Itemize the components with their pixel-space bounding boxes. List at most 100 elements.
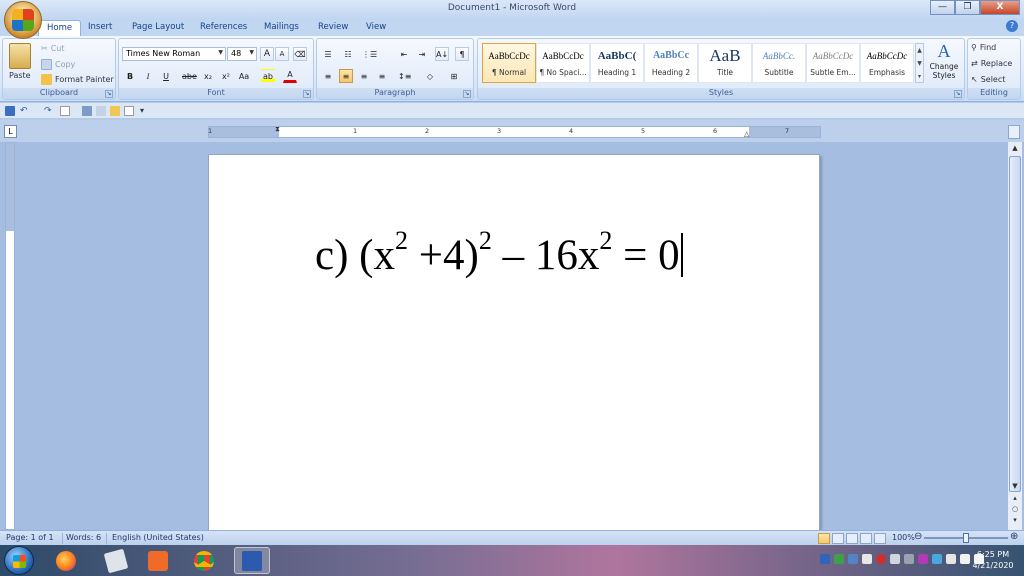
style-heading-2[interactable]: AaBbCc Heading 2	[644, 43, 698, 83]
font-family-combo[interactable]: Times New Roman ▼	[122, 47, 226, 61]
sort-button[interactable]: A↓	[435, 47, 450, 61]
tab-references[interactable]: References	[192, 20, 255, 36]
tray-icon[interactable]	[820, 554, 830, 564]
zoom-slider[interactable]	[924, 533, 1008, 543]
taskbar-app-orange[interactable]	[140, 547, 176, 574]
vertical-ruler[interactable]	[5, 142, 15, 530]
taskbar-word[interactable]	[234, 547, 270, 574]
print-preview-icon[interactable]	[82, 106, 92, 116]
view-ruler-icon[interactable]	[1008, 125, 1020, 139]
tab-view[interactable]: View	[358, 20, 394, 36]
tab-page-layout[interactable]: Page Layout	[124, 20, 192, 36]
font-color-button[interactable]: A	[283, 69, 297, 83]
open-folder-icon[interactable]	[110, 106, 120, 116]
tab-selector-icon[interactable]: L	[4, 125, 17, 138]
italic-button[interactable]: I	[141, 69, 155, 83]
tray-icon[interactable]	[904, 554, 914, 564]
decrease-indent-icon[interactable]: ⇤	[397, 47, 411, 61]
style-title[interactable]: AaB Title	[698, 43, 752, 83]
highlight-icon[interactable]: ab	[261, 69, 275, 83]
copy-button[interactable]: Copy	[41, 59, 75, 70]
web-layout-icon[interactable]	[846, 533, 858, 544]
next-page-icon[interactable]: ▾	[1010, 516, 1020, 524]
save-icon[interactable]	[5, 106, 15, 116]
align-center-icon[interactable]: ≡	[339, 69, 353, 83]
clear-formatting-icon[interactable]: ⌫	[293, 47, 307, 61]
change-case-button[interactable]: Aa	[237, 69, 251, 83]
select-browse-object-icon[interactable]: ○	[1010, 505, 1020, 513]
language-indicator[interactable]: English (United States)	[112, 533, 204, 542]
print-layout-view-icon[interactable]	[818, 533, 830, 544]
tray-icon[interactable]	[918, 554, 928, 564]
tray-icon[interactable]	[876, 554, 886, 564]
strikethrough-button[interactable]: abe	[181, 69, 198, 83]
borders-icon[interactable]: ⊞	[447, 69, 461, 83]
dialog-launcher-icon[interactable]: ↘	[303, 90, 311, 98]
scroll-down-icon[interactable]: ▼	[1010, 482, 1020, 490]
multilevel-list-icon[interactable]: ⋮☰	[361, 47, 378, 61]
increase-indent-icon[interactable]: ⇥	[415, 47, 429, 61]
zoom-level[interactable]: 100%	[892, 533, 915, 542]
style-heading-1[interactable]: AaBbC(Heading 1	[590, 43, 644, 83]
undo-icon[interactable]: ↶	[20, 106, 30, 116]
customize-qat-icon[interactable]: ▾	[140, 106, 150, 116]
shrink-font-button[interactable]: A	[275, 47, 289, 61]
scroll-up-icon[interactable]: ▲	[1010, 144, 1020, 152]
vertical-scrollbar[interactable]: ▲ ▼ ▴ ○ ▾	[1007, 142, 1022, 530]
redo-icon[interactable]: ↷	[44, 106, 54, 116]
page-icon[interactable]	[124, 106, 134, 116]
paste-icon[interactable]	[9, 43, 31, 69]
restore-button[interactable]: ❐	[955, 0, 980, 15]
taskbar-firefox[interactable]	[48, 547, 84, 574]
subscript-button[interactable]: x₂	[201, 69, 215, 83]
dialog-launcher-icon[interactable]: ↘	[463, 90, 471, 98]
cut-button[interactable]: ✂ Cut	[41, 44, 65, 53]
styles-scroll[interactable]: ▲ ▼ ▾	[915, 43, 924, 83]
tray-icon[interactable]	[848, 554, 858, 564]
select-button[interactable]: ↖ Select	[971, 75, 1005, 84]
style-no-spacing[interactable]: AaBbCcDc ¶ No Spaci...	[536, 43, 590, 83]
horizontal-ruler[interactable]: 1 1 2 3 4 5 6 7 ⧗ △	[208, 125, 821, 138]
word-count[interactable]: Words: 6	[66, 533, 101, 542]
previous-page-icon[interactable]: ▴	[1010, 494, 1020, 502]
line-spacing-icon[interactable]: ↕≡	[397, 69, 412, 83]
style-subtitle[interactable]: AaBbCc. Subtitle	[752, 43, 806, 83]
numbering-icon[interactable]: ☷	[341, 47, 355, 61]
grow-font-button[interactable]: A	[260, 47, 274, 61]
page-count[interactable]: Page: 1 of 1	[6, 533, 54, 542]
tray-icon[interactable]	[890, 554, 900, 564]
new-document-icon[interactable]	[60, 106, 70, 116]
replace-button[interactable]: ⇄ Replace	[971, 59, 1012, 68]
email-icon[interactable]	[96, 106, 106, 116]
draft-view-icon[interactable]	[874, 533, 886, 544]
indent-marker-icon[interactable]: ⧗	[275, 125, 280, 134]
format-painter-button[interactable]: Format Painter	[41, 74, 114, 85]
minimize-button[interactable]: —	[930, 0, 955, 15]
change-styles-button[interactable]: A Change Styles	[926, 41, 962, 87]
zoom-slider-knob[interactable]	[963, 533, 969, 543]
show-formatting-button[interactable]: ¶	[455, 47, 469, 61]
scroll-thumb[interactable]	[1009, 156, 1021, 492]
superscript-button[interactable]: x²	[219, 69, 233, 83]
tab-mailings[interactable]: Mailings	[256, 20, 307, 36]
style-normal[interactable]: AaBbCcDc ¶ Normal	[482, 43, 536, 83]
justify-icon[interactable]: ≡	[375, 69, 389, 83]
close-button[interactable]: X	[980, 0, 1020, 15]
style-subtle-emphasis[interactable]: AaBbCcDc Subtle Em...	[806, 43, 860, 83]
tab-review[interactable]: Review	[310, 20, 356, 36]
start-button[interactable]	[4, 546, 34, 575]
style-emphasis[interactable]: AaBbCcDc Emphasis	[860, 43, 914, 83]
document-page[interactable]: c) (x2 +4)2 – 16x2 = 0	[208, 154, 820, 534]
office-button[interactable]	[4, 1, 42, 39]
zoom-in-icon[interactable]: ⊕	[1010, 531, 1018, 542]
taskbar-clock[interactable]: 6:25 PM 4/21/2020	[968, 549, 1018, 571]
dialog-launcher-icon[interactable]: ↘	[954, 90, 962, 98]
tray-icon[interactable]	[862, 554, 872, 564]
bullets-icon[interactable]: ☰	[321, 47, 335, 61]
dialog-launcher-icon[interactable]: ↘	[105, 90, 113, 98]
taskbar-chrome[interactable]	[186, 547, 222, 574]
equation-text[interactable]: c) (x2 +4)2 – 16x2 = 0	[315, 228, 683, 280]
align-left-icon[interactable]: ≡	[321, 69, 335, 83]
tab-home[interactable]: Home	[38, 20, 82, 37]
font-size-combo[interactable]: 48 ▼	[227, 47, 257, 61]
